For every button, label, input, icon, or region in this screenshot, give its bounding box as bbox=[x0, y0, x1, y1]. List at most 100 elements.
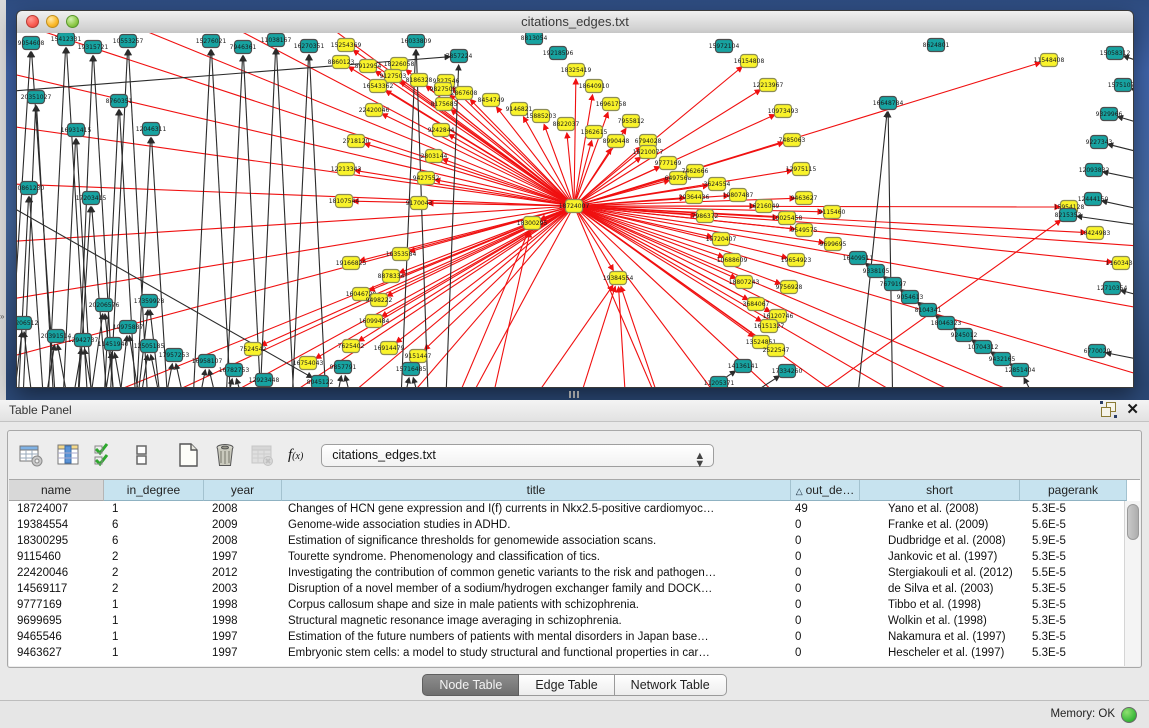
graph-node[interactable]: 10688609 bbox=[717, 254, 748, 267]
graph-node[interactable]: 15058312 bbox=[1100, 47, 1131, 60]
graph-node[interactable]: 9245012 bbox=[951, 329, 978, 342]
tab-edge-table[interactable]: Edge Table bbox=[519, 674, 614, 696]
graph-node[interactable]: 20351027 bbox=[21, 91, 52, 104]
graph-node[interactable]: 7955812 bbox=[618, 115, 645, 128]
graph-node[interactable]: 19166825 bbox=[336, 257, 367, 270]
graph-node[interactable]: 9699695 bbox=[820, 238, 847, 251]
graph-node[interactable]: 19218596 bbox=[543, 47, 574, 60]
graph-node[interactable]: 16648784 bbox=[873, 97, 904, 110]
graph-node[interactable]: 12710354 bbox=[1097, 282, 1128, 295]
tab-network-table[interactable]: Network Table bbox=[615, 674, 727, 696]
column-header-year[interactable]: year bbox=[204, 480, 282, 501]
graph-node[interactable]: 10704312 bbox=[968, 341, 999, 354]
graph-node[interactable]: 11603434 bbox=[1106, 257, 1134, 270]
table-panel-header[interactable]: Table Panel ✕ bbox=[0, 400, 1149, 422]
graph-node[interactable]: 15254369 bbox=[331, 39, 362, 52]
table-row[interactable]: 1938455462009Genome-wide association stu… bbox=[9, 517, 1140, 533]
graph-node[interactable]: 7946361 bbox=[230, 41, 257, 54]
graph-node[interactable]: 16099484 bbox=[359, 315, 390, 328]
graph-node[interactable]: 12046311 bbox=[136, 123, 167, 136]
graph-node[interactable]: 6770020 bbox=[1084, 345, 1111, 358]
table-body[interactable]: 1872400712008Changes of HCN gene express… bbox=[9, 501, 1140, 661]
graph-node[interactable]: 15276021 bbox=[196, 35, 227, 48]
graph-node[interactable]: 7625402 bbox=[338, 340, 365, 353]
graph-node[interactable]: 9756928 bbox=[776, 281, 803, 294]
graph-node[interactable]: 16033809 bbox=[401, 35, 432, 48]
close-panel-icon[interactable]: ✕ bbox=[1126, 402, 1139, 417]
new-table-icon[interactable] bbox=[174, 441, 202, 469]
graph-node[interactable]: 2803144 bbox=[421, 150, 448, 163]
column-header-out_de[interactable]: △out_de… bbox=[791, 480, 860, 501]
delete-entries-trash-icon[interactable] bbox=[211, 441, 239, 469]
table-row[interactable]: 969969511998Structural magnetic resonanc… bbox=[9, 613, 1140, 629]
table-selector-dropdown[interactable]: citations_edges.txt ▲ ▼ bbox=[321, 444, 714, 467]
split-divider-handle[interactable] bbox=[569, 391, 579, 398]
graph-node[interactable]: 11548408 bbox=[1034, 54, 1065, 67]
deselect-all-icon[interactable] bbox=[128, 441, 156, 469]
graph-node[interactable]: 12213967 bbox=[753, 79, 784, 92]
table-settings-icon[interactable] bbox=[17, 441, 45, 469]
graph-node[interactable]: 16270351 bbox=[294, 40, 325, 53]
graph-node[interactable]: 17957253 bbox=[159, 349, 190, 362]
column-header-pagerank[interactable]: pagerank bbox=[1020, 480, 1127, 501]
graph-node[interactable]: 9054608 bbox=[18, 37, 45, 50]
network-graph[interactable]: 1872400788601238912954182260589127503165… bbox=[17, 33, 1134, 388]
graph-node[interactable]: 12505185 bbox=[134, 340, 165, 353]
graph-node[interactable]: 8045122 bbox=[307, 376, 334, 389]
graph-node[interactable]: 7679197 bbox=[880, 278, 907, 291]
graph-node[interactable]: 19654923 bbox=[781, 254, 812, 267]
graph-node[interactable]: 12975115 bbox=[786, 163, 817, 176]
graph-node[interactable]: 9338105 bbox=[863, 265, 890, 278]
graph-node[interactable]: 11205371 bbox=[704, 377, 735, 389]
graph-node[interactable]: 15972104 bbox=[709, 40, 740, 53]
graph-node[interactable]: 9054613 bbox=[897, 291, 924, 304]
graph-node[interactable]: 18046323 bbox=[931, 317, 962, 330]
vertical-scrollbar[interactable] bbox=[1124, 501, 1140, 666]
column-header-in_degree[interactable]: in_degree bbox=[104, 480, 204, 501]
memory-ok-indicator[interactable] bbox=[1121, 707, 1137, 723]
graph-node[interactable]: 7857224 bbox=[446, 50, 473, 63]
graph-node[interactable]: 16782753 bbox=[219, 364, 250, 377]
graph-node[interactable]: 8813054 bbox=[521, 33, 548, 45]
graph-node[interactable]: 17359928 bbox=[134, 295, 165, 308]
graph-node[interactable]: 9549575 bbox=[791, 224, 818, 237]
column-visibility-icon[interactable] bbox=[54, 441, 82, 469]
graph-node[interactable]: 8454749 bbox=[478, 94, 505, 107]
graph-node[interactable]: 18325419 bbox=[561, 64, 592, 77]
graph-node[interactable]: 15716485 bbox=[396, 363, 427, 376]
graph-node[interactable]: 15751074 bbox=[1108, 79, 1134, 92]
table-row[interactable]: 1830029562008Estimation of significance … bbox=[9, 533, 1140, 549]
select-all-checks-icon[interactable] bbox=[91, 441, 119, 469]
graph-node[interactable]: 12093832 bbox=[1079, 164, 1110, 177]
table-row[interactable]: 911546021997Tourette syndrome. Phenomeno… bbox=[9, 549, 1140, 565]
graph-node[interactable]: 9115460 bbox=[819, 206, 846, 219]
graph-node[interactable]: 8990448 bbox=[603, 135, 630, 148]
column-header-name[interactable]: name bbox=[9, 480, 104, 501]
graph-node[interactable]: 18640910 bbox=[579, 80, 610, 93]
float-panel-icon[interactable] bbox=[1101, 402, 1116, 417]
graph-node[interactable]: 9151447 bbox=[405, 350, 432, 363]
table-row[interactable]: 1872400712008Changes of HCN gene express… bbox=[9, 501, 1140, 517]
network-view-window[interactable]: citations_edges.txt 18724007886012389129… bbox=[16, 10, 1134, 388]
table-row[interactable]: 946362711997Embryonic stem cells: a mode… bbox=[9, 645, 1140, 661]
graph-node[interactable]: 12213343 bbox=[331, 163, 362, 176]
graph-node[interactable]: 9227343 bbox=[1086, 136, 1113, 149]
graph-node[interactable]: 10424983 bbox=[1080, 227, 1111, 240]
graph-node[interactable]: 10553257 bbox=[113, 35, 144, 48]
graph-node[interactable]: 16154808 bbox=[734, 55, 765, 68]
graph-node[interactable]: 14136141 bbox=[728, 360, 759, 373]
table-header-row[interactable]: namein_degreeyeartitle△out_de…shortpager… bbox=[9, 480, 1140, 501]
graph-node[interactable]: 9329966 bbox=[1096, 108, 1123, 121]
table-row[interactable]: 2242004622012Investigating the contribut… bbox=[9, 565, 1140, 581]
graph-node[interactable]: 9463627 bbox=[791, 192, 818, 205]
graph-node[interactable]: 9857791 bbox=[330, 361, 357, 374]
graph-node[interactable]: 12942737 bbox=[68, 334, 99, 347]
graph-node[interactable]: 16210077 bbox=[633, 146, 664, 159]
graph-node[interactable]: 22420046 bbox=[359, 104, 390, 117]
graph-node[interactable]: 16961758 bbox=[596, 98, 627, 111]
table-row[interactable]: 946554611997Estimation of the future num… bbox=[9, 629, 1140, 645]
graph-node[interactable]: 2718120 bbox=[343, 135, 370, 148]
graph-node[interactable]: 3624554 bbox=[704, 178, 731, 191]
graph-node[interactable]: 16754043 bbox=[293, 357, 324, 370]
table-row[interactable]: 977716911998Corpus callosum shape and si… bbox=[9, 597, 1140, 613]
